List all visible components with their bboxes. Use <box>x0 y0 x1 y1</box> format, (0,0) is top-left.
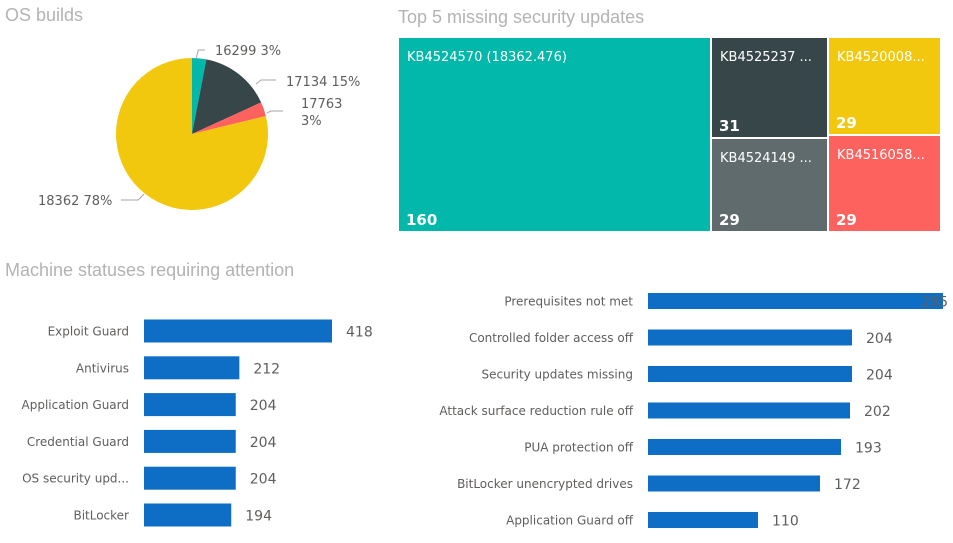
treemap-value: 29 <box>836 211 857 229</box>
bar-value-label: 202 <box>864 404 891 420</box>
bar-value-label: 204 <box>250 472 277 488</box>
bar-category-label: Prerequisites not met <box>504 295 633 309</box>
bar-row[interactable]: Exploit Guard 418 <box>48 319 373 343</box>
bar-category-label: BitLocker unencrypted drives <box>457 477 633 491</box>
bar-value-label: 295 <box>921 295 948 311</box>
machine-statuses-bar-chart: Exploit Guard 418 Antivirus 212 Application … <box>22 319 373 527</box>
bar[interactable] <box>144 503 232 527</box>
bar[interactable] <box>144 319 332 343</box>
bar-value-label: 194 <box>245 509 272 525</box>
treemap-label: KB4520008... <box>837 50 925 65</box>
bar-row[interactable]: Credential Guard 204 <box>27 429 277 453</box>
bar-row[interactable]: Attack surface reduction rule off 202 <box>439 402 891 421</box>
bar-value-label: 418 <box>346 325 373 341</box>
bar[interactable] <box>144 429 236 453</box>
bar-value-label: 204 <box>866 368 893 384</box>
treemap-value: 31 <box>719 117 740 135</box>
bar-value-label: 110 <box>772 514 799 530</box>
bar-value-label: 172 <box>834 477 861 493</box>
security-issues-bar-chart: Prerequisites not met 295 Controlled folde… <box>439 293 948 530</box>
bar[interactable] <box>648 366 852 382</box>
top-missing-updates-treemap: KB4524570 (18362.476)160KB4525237 ...31K… <box>399 38 940 231</box>
bar-category-label: PUA protection off <box>524 441 634 455</box>
bar-category-label: OS security upd... <box>22 472 129 486</box>
bar-row[interactable]: Application Guard off 110 <box>506 512 799 530</box>
treemap-cell[interactable]: KB4524570 (18362.476) 160 <box>399 38 710 231</box>
treemap-value: 29 <box>719 211 740 229</box>
bar-row[interactable]: BitLocker 194 <box>73 503 272 527</box>
bar[interactable] <box>648 439 841 455</box>
pie-leader-line <box>255 79 276 85</box>
bar-category-label: Controlled folder access off <box>469 331 634 345</box>
bar[interactable] <box>648 512 758 528</box>
bar-value-label: 193 <box>855 441 882 457</box>
bar-value-label: 204 <box>866 331 893 347</box>
bar-category-label: Attack surface reduction rule off <box>439 404 633 418</box>
bar[interactable] <box>648 293 943 309</box>
treemap-cell[interactable]: KB4520008... 29 <box>829 38 940 134</box>
bar[interactable] <box>648 475 820 492</box>
treemap-cell[interactable]: KB4516058... 29 <box>829 136 940 231</box>
bar-row[interactable]: Controlled folder access off 204 <box>469 329 893 348</box>
dashboard-charts: 16299 3% 17134 15% 17763 3% 18362 78% KB4524… <box>22 38 948 530</box>
bar-category-label: Antivirus <box>76 361 129 375</box>
treemap-value: 160 <box>406 211 437 229</box>
bar[interactable] <box>144 466 236 490</box>
pie-data-label: 18362 78% <box>38 194 112 209</box>
treemap-label: KB4525237 ... <box>720 50 812 65</box>
bar-row[interactable]: Antivirus 212 <box>76 356 280 380</box>
pie-leader-line <box>195 49 205 60</box>
bar[interactable] <box>144 393 236 417</box>
pie-data-label: 3% <box>301 114 322 129</box>
bar-value-label: 204 <box>250 435 277 451</box>
bar-category-label: Exploit Guard <box>48 325 129 339</box>
bar-value-label: 212 <box>253 361 280 377</box>
bar-row[interactable]: Security updates missing 204 <box>481 366 893 384</box>
treemap-label: KB4516058... <box>837 148 925 163</box>
bar-row[interactable]: BitLocker unencrypted drives 172 <box>457 475 861 494</box>
bar-category-label: Application Guard off <box>506 514 634 528</box>
treemap-value: 29 <box>836 114 857 132</box>
os-builds-pie-chart: 16299 3% 17134 15% 17763 3% 18362 78% <box>38 44 360 211</box>
bar-category-label: Security updates missing <box>481 368 633 382</box>
treemap-cell[interactable]: KB4524149 ... 29 <box>712 139 827 231</box>
pie-leader-line <box>266 110 283 114</box>
pie-data-label: 17134 15% <box>286 75 360 90</box>
bar[interactable] <box>648 329 852 346</box>
treemap-cell[interactable]: KB4525237 ... 31 <box>712 38 827 137</box>
bar[interactable] <box>648 402 850 419</box>
treemap-tile[interactable] <box>399 38 710 231</box>
treemap-label: KB4524149 ... <box>720 151 812 166</box>
treemap-label: KB4524570 (18362.476) <box>407 50 567 65</box>
bar-row[interactable]: Prerequisites not met 295 <box>504 293 948 311</box>
bar-category-label: BitLocker <box>73 509 129 523</box>
pie-leader-line <box>121 193 145 201</box>
bar-row[interactable]: OS security upd... 204 <box>22 466 277 490</box>
bar-category-label: Application Guard <box>22 398 129 412</box>
bar-category-label: Credential Guard <box>27 435 129 449</box>
bar[interactable] <box>144 356 240 380</box>
bar-row[interactable]: PUA protection off 193 <box>524 439 882 457</box>
bar-value-label: 204 <box>250 398 277 414</box>
pie-data-label: 17763 <box>301 97 342 112</box>
pie-data-label: 16299 3% <box>215 44 281 59</box>
bar-row[interactable]: Application Guard 204 <box>22 393 277 417</box>
